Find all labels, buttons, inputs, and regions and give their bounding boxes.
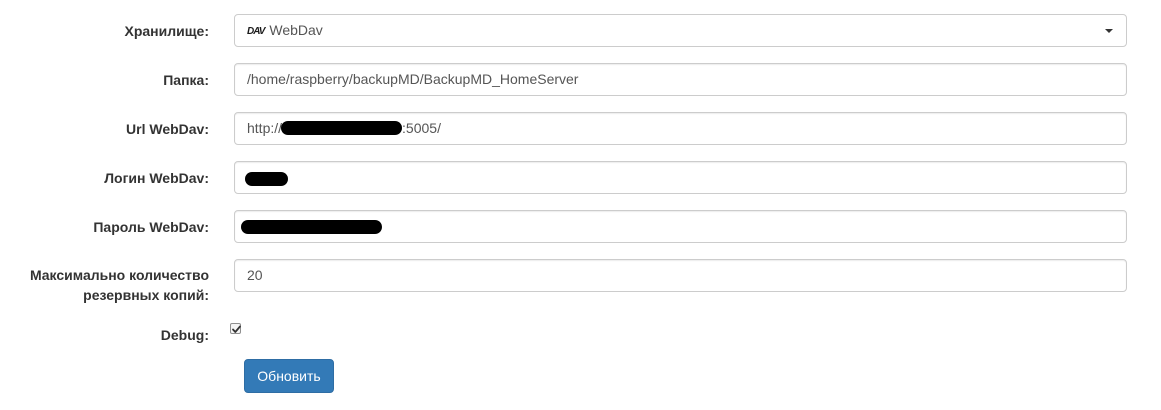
folder-label: Папка: bbox=[163, 72, 209, 88]
settings-form: Хранилище: DAV WebDav Папка: /home/raspbe… bbox=[0, 0, 1161, 410]
storage-select[interactable]: DAV WebDav bbox=[234, 14, 1127, 47]
login-redaction bbox=[245, 172, 288, 186]
debug-label: Debug: bbox=[160, 327, 209, 343]
folder-input[interactable]: /home/raspberry/backupMD/BackupMD_HomeSe… bbox=[234, 63, 1127, 96]
url-input-suffix: :5005/ bbox=[402, 120, 441, 136]
login-label: Логин WebDav: bbox=[104, 170, 209, 186]
password-redaction bbox=[241, 220, 382, 234]
update-button[interactable]: Обновить bbox=[244, 359, 334, 393]
max-copies-label-line1: Максимально количество bbox=[29, 267, 209, 283]
debug-checkbox[interactable] bbox=[230, 323, 241, 334]
max-copies-value: 20 bbox=[247, 267, 263, 283]
url-redaction bbox=[281, 121, 402, 135]
storage-label: Хранилище: bbox=[124, 23, 210, 39]
max-copies-label-line2: резервных копий: bbox=[83, 287, 209, 303]
folder-input-value: /home/raspberry/backupMD/BackupMD_HomeSe… bbox=[247, 71, 579, 87]
checkmark-icon bbox=[232, 325, 241, 333]
storage-selected-value: WebDav bbox=[269, 22, 323, 38]
login-input[interactable] bbox=[234, 161, 1127, 194]
chevron-down-icon bbox=[1105, 29, 1113, 33]
max-copies-input[interactable]: 20 bbox=[234, 259, 1127, 292]
url-input-prefix: http:// bbox=[247, 120, 283, 136]
password-label: Пароль WebDav: bbox=[93, 219, 209, 235]
url-label: Url WebDav: bbox=[126, 121, 209, 137]
webdav-logo-icon: DAV bbox=[247, 26, 265, 37]
